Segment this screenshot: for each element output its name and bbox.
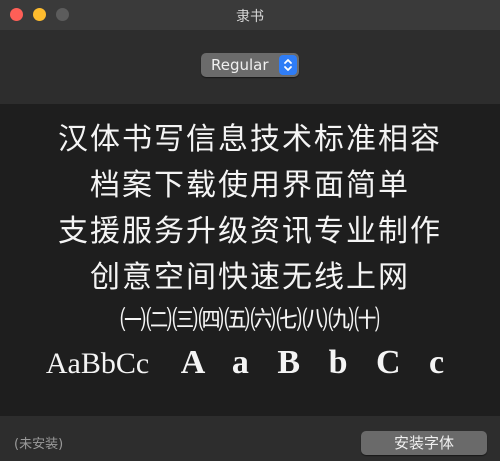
preview-line-3: 支援服务升级资讯专业制作 [58, 214, 442, 249]
bottom-bar: (未安装) 安装字体 [0, 416, 500, 461]
latin-sample-small: AaBbCc [45, 347, 150, 380]
preview-line-4: 创意空间快速无线上网 [90, 260, 410, 295]
install-status: (未安装) [14, 437, 64, 452]
font-style-selected: Regular [211, 56, 269, 74]
preview-line-1: 汉体书写信息技术标准相容 [58, 122, 442, 157]
title-bar: 隶书 [0, 0, 500, 30]
font-style-select[interactable]: Regular [201, 53, 299, 77]
window-title: 隶书 [236, 9, 264, 25]
install-font-button[interactable]: 安装字体 [361, 431, 487, 455]
preview-line-5: ㈠㈡㈢㈣㈤㈥㈦㈧㈨㈩ [119, 306, 380, 336]
font-preview-window: 隶书 Regular 汉体书写信息技术标准相容 档案下载使用界面简单 支援服务升… [0, 0, 500, 461]
updown-chevron-icon [279, 55, 297, 75]
preview-latin-line: AaBbCc A a B b C c [0, 344, 500, 382]
preview-line-2: 档案下载使用界面简单 [90, 168, 410, 203]
font-preview-area: 汉体书写信息技术标准相容 档案下载使用界面简单 支援服务升级资讯专业制作 创意空… [0, 104, 500, 416]
latin-sample-large: A a B b C c [180, 344, 455, 381]
